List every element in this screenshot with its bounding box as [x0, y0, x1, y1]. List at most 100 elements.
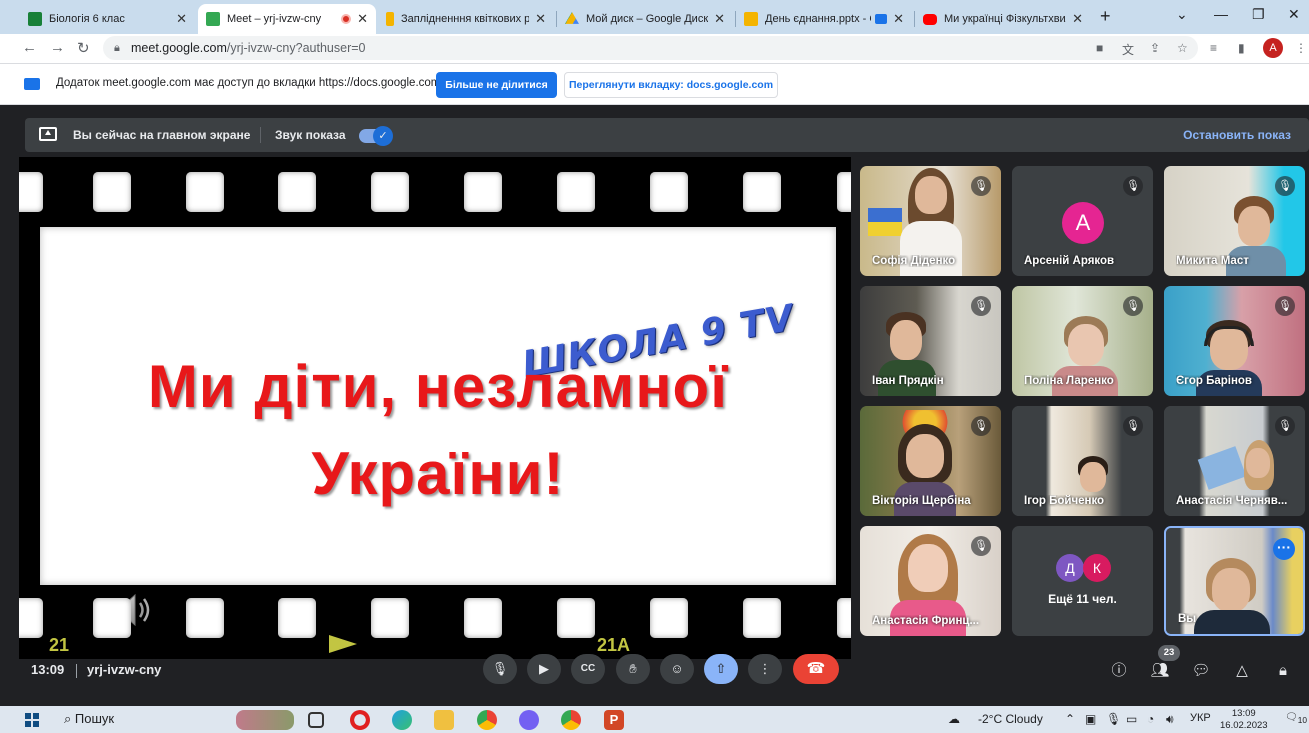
youtube-icon: [923, 13, 937, 25]
share-icon[interactable]: ⇪: [1150, 41, 1160, 55]
view-tab-button[interactable]: Переглянути вкладку: docs.google.com: [564, 72, 778, 98]
more-options-icon[interactable]: ···: [1273, 538, 1295, 560]
chat-icon[interactable]: 💬︎: [1190, 660, 1212, 682]
close-icon[interactable]: ✕: [1072, 11, 1083, 27]
participant-tile[interactable]: 🎙︎ Анастасія Черняв...: [1164, 406, 1305, 516]
menu-dots-icon[interactable]: ⋮: [1295, 41, 1307, 55]
present-button[interactable]: ⇧: [704, 654, 738, 684]
meeting-info-icon[interactable]: ⓘ: [1108, 660, 1130, 682]
task-view-icon[interactable]: [308, 712, 324, 728]
meet-tray-icon[interactable]: ▣: [1085, 712, 1096, 726]
translate-icon[interactable]: 文: [1122, 41, 1134, 58]
more-participants-tile[interactable]: Д К Ещё 11 чел.: [1012, 526, 1153, 636]
taskbar-clock[interactable]: 13:09 16.02.2023: [1220, 708, 1268, 732]
participant-tile[interactable]: 🎙︎ Іван Прядкін: [860, 286, 1001, 396]
tab-drive[interactable]: Мой диск – Google Диск ✕: [557, 4, 733, 34]
film-sprocket: [371, 598, 409, 638]
film-sprocket: [186, 598, 224, 638]
camera-icon: ▶: [539, 661, 549, 676]
close-icon[interactable]: ✕: [535, 11, 546, 27]
film-sprocket: [371, 172, 409, 212]
mic-off-icon: 🎙︎: [1275, 176, 1295, 196]
participant-tile[interactable]: 🎙︎ Софія Діденко: [860, 166, 1001, 276]
film-sprocket: [557, 172, 595, 212]
sharing-icon: [875, 14, 888, 24]
close-icon[interactable]: ✕: [357, 11, 368, 27]
microphone-icon: 🎙︎: [491, 661, 509, 676]
profile-avatar[interactable]: A: [1263, 38, 1283, 58]
url-path: /yrj-ivzw-cny?authuser=0: [226, 41, 366, 55]
activities-icon[interactable]: △: [1231, 660, 1253, 682]
captions-button[interactable]: CC: [571, 654, 605, 684]
mic-tray-icon[interactable]: 🎙︎: [1106, 712, 1121, 726]
wifi-icon[interactable]: ◔: [1147, 712, 1154, 726]
tab-title: День єднання.pptx - G: [765, 13, 872, 25]
presentation-sound-toggle[interactable]: ✓: [359, 126, 393, 146]
stop-presenting-button[interactable]: Остановить показ: [1183, 128, 1291, 142]
more-options-button[interactable]: ⋮: [748, 654, 782, 684]
participant-tile[interactable]: 🎙︎ Єгор Барінов: [1164, 286, 1305, 396]
sharing-message: Додаток meet.google.com має доступ до вк…: [56, 77, 441, 89]
side-panel-icon[interactable]: ▮: [1238, 41, 1245, 55]
leave-call-button[interactable]: ☎︎: [793, 654, 839, 684]
tray-expand-icon[interactable]: ⌃: [1065, 712, 1075, 726]
close-icon[interactable]: ✕: [176, 11, 187, 27]
host-controls-icon[interactable]: 🔒︎: [1272, 660, 1294, 682]
new-tab-button[interactable]: +: [1100, 6, 1111, 27]
opera-icon[interactable]: [350, 710, 370, 730]
notifications-icon[interactable]: 🗨︎10: [1285, 712, 1307, 725]
close-icon[interactable]: ✕: [714, 11, 725, 27]
volume-icon[interactable]: 🔊︎: [1166, 712, 1174, 727]
participant-tile[interactable]: 🎙︎ Микита Маст: [1164, 166, 1305, 276]
raise-hand-button[interactable]: ✋︎: [616, 654, 650, 684]
viber-icon[interactable]: [519, 710, 539, 730]
present-screen-icon: [39, 127, 57, 141]
chrome-icon[interactable]: [477, 710, 497, 730]
back-icon[interactable]: ←: [22, 39, 37, 56]
edge-icon[interactable]: [392, 710, 412, 730]
participant-name: Поліна Ларенко: [1024, 375, 1114, 387]
address-bar[interactable]: 🔒︎ meet.google.com/yrj-ivzw-cny?authuser…: [103, 36, 1198, 60]
media-queue-icon[interactable]: ≡: [1210, 41, 1217, 55]
restore-icon[interactable]: ❐: [1252, 6, 1265, 23]
tab-search-icon[interactable]: ⌄: [1176, 6, 1188, 23]
battery-icon[interactable]: ▭: [1126, 712, 1137, 726]
participant-tile[interactable]: A 🎙︎ Арсеній Аряков: [1012, 166, 1153, 276]
close-window-icon[interactable]: ✕: [1288, 6, 1300, 23]
tab-biology[interactable]: Біологія 6 клас ✕: [20, 4, 195, 34]
close-icon[interactable]: ✕: [893, 11, 904, 27]
bookmark-star-icon[interactable]: ☆: [1177, 41, 1188, 55]
chrome-icon[interactable]: [561, 710, 581, 730]
participant-tile[interactable]: 🎙︎ Поліна Ларенко: [1012, 286, 1153, 396]
participant-tile[interactable]: 🎙︎ Вікторія Щербіна: [860, 406, 1001, 516]
tab-meet[interactable]: Meet – yrj-ivzw-cny ✕: [198, 4, 376, 34]
present-screen-icon: ⇧: [715, 661, 727, 676]
powerpoint-icon[interactable]: P: [604, 710, 624, 730]
people-icon[interactable]: 👥︎: [1149, 660, 1171, 682]
participant-tile[interactable]: 🎙︎ Ігор Бойченко: [1012, 406, 1153, 516]
tab-youtube[interactable]: Ми українці Фізкультхвил ✕: [915, 4, 1091, 34]
file-explorer-icon[interactable]: [434, 710, 454, 730]
reactions-button[interactable]: ☺: [660, 654, 694, 684]
participant-face: [908, 544, 948, 592]
weather-text[interactable]: -2°C Cloudy: [978, 712, 1043, 726]
tab-pollination[interactable]: Заплідненння квіткових рос ✕: [378, 4, 554, 34]
search-label: Пошук: [74, 711, 115, 726]
participant-tile[interactable]: 🎙︎ Анастасія Фринц...: [860, 526, 1001, 636]
microphone-button[interactable]: 🎙︎: [483, 654, 517, 684]
url-host: meet.google.com: [131, 41, 227, 55]
language-indicator[interactable]: УКР: [1190, 712, 1211, 724]
reload-icon[interactable]: ↻: [77, 39, 90, 57]
stop-sharing-button[interactable]: Більше не ділитися: [436, 72, 557, 98]
minimize-icon[interactable]: —: [1214, 6, 1228, 22]
slides-icon: [744, 12, 758, 26]
windows-start-icon[interactable]: [25, 713, 39, 727]
camera-button[interactable]: ▶: [527, 654, 561, 684]
recording-icon: [341, 14, 352, 24]
tab-title: Біологія 6 клас: [49, 13, 125, 25]
forward-icon[interactable]: →: [50, 39, 65, 56]
tab-unity-day[interactable]: День єднання.pptx - G ✕: [736, 4, 912, 34]
self-tile[interactable]: ··· Вы: [1164, 526, 1305, 636]
taskbar-search[interactable]: ⌕ Пошук: [64, 711, 114, 727]
camera-icon[interactable]: ■: [1096, 41, 1103, 55]
